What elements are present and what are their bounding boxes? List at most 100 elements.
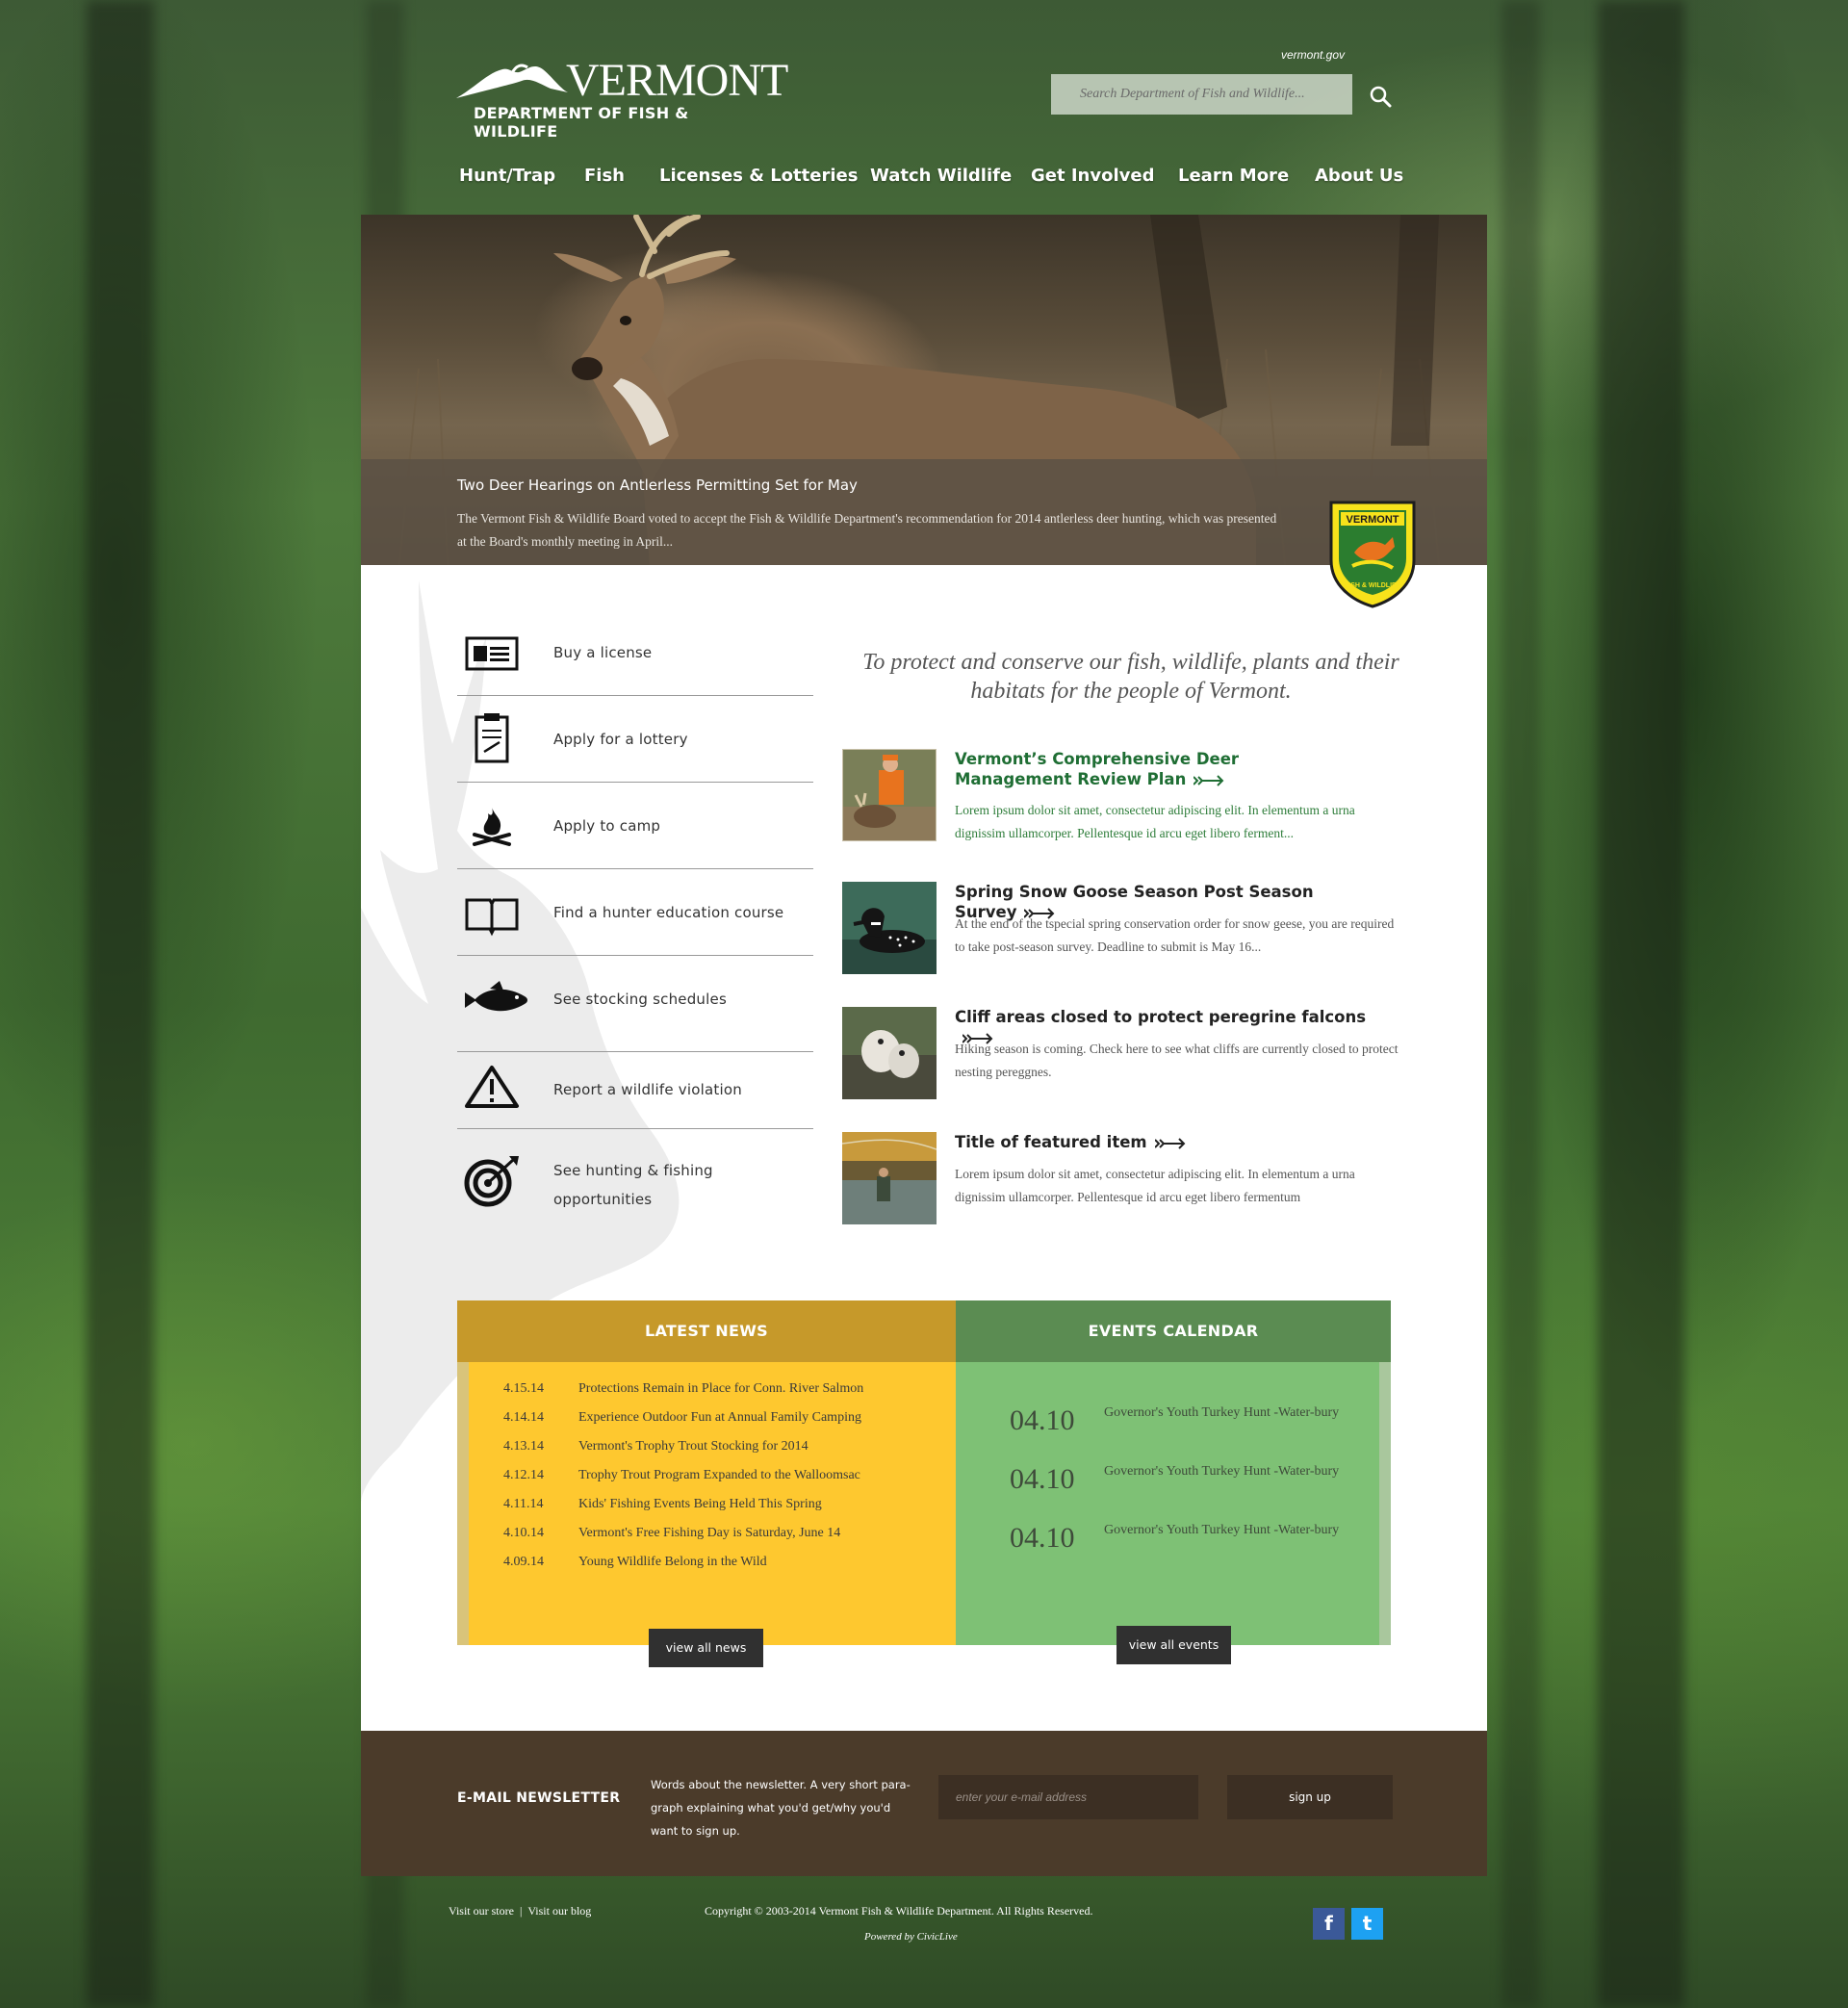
feature-image-hunter-with-deer xyxy=(842,749,937,841)
quick-link-report-violation[interactable]: Report a wildlife violation xyxy=(457,1052,813,1129)
fish-wildlife-badge-logo: VERMONT FISH & WILDLIFE xyxy=(1329,501,1416,608)
news-date: 4.09.14 xyxy=(503,1555,544,1569)
news-title: Experience Outdoor Fun at Annual Family … xyxy=(578,1410,861,1425)
hero-caption: Two Deer Hearings on Antlerless Permitti… xyxy=(361,459,1487,565)
visit-blog-link[interactable]: Visit our blog xyxy=(527,1904,591,1918)
newsletter-email-input[interactable] xyxy=(938,1775,1198,1819)
news-title: Vermont's Free Fishing Day is Saturday, … xyxy=(578,1526,841,1540)
copyright-text: Copyright © 2003-2014 Vermont Fish & Wil… xyxy=(705,1904,1093,1918)
badge-top-text: VERMONT xyxy=(1347,514,1399,526)
feature-text: Hiking season is coming. Check here to s… xyxy=(955,1042,1399,1079)
background-trunk xyxy=(1598,0,1684,2008)
news-title: Kids' Fishing Events Being Held This Spr… xyxy=(578,1497,822,1511)
background-forest xyxy=(87,0,154,2008)
news-date: 4.13.14 xyxy=(503,1439,544,1454)
event-title: Governor's Youth Turkey Hunt -Water-bury xyxy=(1104,1523,1340,1537)
news-date: 4.10.14 xyxy=(503,1526,544,1540)
feature-image-loon xyxy=(842,882,937,974)
nav-hunt-trap[interactable]: Hunt/Trap xyxy=(459,166,555,186)
feature-text: Lorem ipsum dolor sit amet, consectetur … xyxy=(955,803,1355,840)
news-title: Protections Remain in Place for Conn. Ri… xyxy=(578,1381,864,1396)
hero-title[interactable]: Two Deer Hearings on Antlerless Permitti… xyxy=(457,476,858,494)
event-title: Governor's Youth Turkey Hunt -Water-bury xyxy=(1104,1464,1340,1479)
background-trunk xyxy=(1502,0,1540,2008)
latest-news-box: LATEST NEWS 4.15.14 Protections Remain in… xyxy=(457,1300,956,1645)
nav-watch-wildlife[interactable]: Watch Wildlife xyxy=(870,166,1012,186)
news-title: Trophy Trout Program Expanded to the Wal… xyxy=(578,1468,860,1482)
view-all-events-button[interactable]: view all events xyxy=(1116,1626,1231,1664)
badge-bottom-text: FISH & WILDLIFE xyxy=(1345,582,1400,589)
twitter-icon[interactable]: t xyxy=(1351,1908,1383,1940)
featured-item[interactable]: Vermont’s Comprehensive Deer Management … xyxy=(842,749,1420,882)
mountain-logo-icon xyxy=(456,64,568,98)
warning-icon xyxy=(465,1066,519,1108)
quick-link-label: Apply for a lottery xyxy=(553,731,688,748)
feature-image-fly-fishing xyxy=(842,1132,937,1224)
events-list: 04.10 Governor's Youth Turkey Hunt -Wate… xyxy=(956,1362,1391,1645)
arrow-right-icon xyxy=(1154,1137,1186,1149)
nav-about-us[interactable]: About Us xyxy=(1315,166,1403,186)
target-icon xyxy=(464,1156,519,1207)
news-date: 4.15.14 xyxy=(503,1381,544,1396)
quick-link-label: Apply to camp xyxy=(553,817,661,835)
events-calendar-box: EVENTS CALENDAR 04.10 Governor's Youth T… xyxy=(956,1300,1391,1645)
logo-wordmark: VERMONT xyxy=(566,55,788,106)
nav-learn-more[interactable]: Learn More xyxy=(1178,166,1289,186)
quick-link-label: See stocking schedules xyxy=(553,991,727,1008)
fish-icon xyxy=(465,981,527,1012)
quick-link-hunter-education[interactable]: Find a hunter education course xyxy=(457,869,813,956)
quick-link-hunting-fishing-opportunities[interactable]: See hunting & fishing opportunities xyxy=(457,1129,813,1225)
featured-item[interactable]: Cliff areas closed to protect peregrine … xyxy=(842,1007,1420,1132)
event-date: 04.10 xyxy=(1010,1463,1075,1495)
visit-store-link[interactable]: Visit our store xyxy=(449,1904,514,1918)
news-title: Young Wildlife Belong in the Wild xyxy=(578,1555,767,1569)
quick-link-label: See hunting & fishing opportunities xyxy=(553,1162,713,1208)
quick-link-apply-camp[interactable]: Apply to camp xyxy=(457,783,813,869)
nav-licenses-lotteries[interactable]: Licenses & Lotteries xyxy=(659,166,858,186)
footer-separator: | xyxy=(519,1904,523,1918)
feature-title: Vermont’s Comprehensive Deer Management … xyxy=(955,750,1240,788)
news-date: 4.14.14 xyxy=(503,1410,544,1425)
facebook-icon[interactable]: f xyxy=(1313,1908,1345,1940)
featured-item[interactable]: Title of featured item Lorem ipsum dolor… xyxy=(842,1132,1420,1257)
open-book-icon xyxy=(465,898,519,937)
quick-link-apply-lottery[interactable]: Apply for a lottery xyxy=(457,696,813,783)
quick-link-buy-license[interactable]: Buy a license xyxy=(457,609,813,696)
news-date: 4.12.14 xyxy=(503,1468,544,1482)
license-card-icon xyxy=(465,636,519,671)
latest-news-list: 4.15.14 Protections Remain in Place for C… xyxy=(457,1362,956,1645)
event-title: Governor's Youth Turkey Hunt -Water-bury xyxy=(1104,1405,1340,1420)
campfire-icon xyxy=(473,808,511,846)
search-input[interactable] xyxy=(1051,74,1352,115)
email-newsletter-section: E-MAIL NEWSLETTER Words about the newsle… xyxy=(361,1731,1487,1876)
feature-image-falcon-chicks xyxy=(842,1007,937,1099)
logo-subtitle: DEPARTMENT OF FISH & WILDLIFE xyxy=(474,104,689,141)
quick-link-stocking-schedules[interactable]: See stocking schedules xyxy=(457,956,813,1052)
quick-link-label: Report a wildlife violation xyxy=(553,1081,742,1098)
latest-news-heading: LATEST NEWS xyxy=(457,1300,956,1362)
newsletter-signup-button[interactable]: sign up xyxy=(1227,1775,1393,1819)
event-date: 04.10 xyxy=(1010,1522,1075,1554)
main-content-panel: Two Deer Hearings on Antlerless Permitti… xyxy=(361,215,1487,1876)
mission-statement: To protect and conserve our fish, wildli… xyxy=(862,650,1399,704)
events-calendar-heading: EVENTS CALENDAR xyxy=(956,1300,1391,1362)
event-date: 04.10 xyxy=(1010,1404,1075,1436)
search-icon[interactable] xyxy=(1369,85,1392,108)
arrow-right-icon xyxy=(1194,774,1224,786)
featured-item[interactable]: Spring Snow Goose Season Post Season Sur… xyxy=(842,882,1420,1007)
view-all-news-button[interactable]: view all news xyxy=(649,1629,763,1667)
feature-title: Title of featured item xyxy=(955,1132,1378,1152)
nav-get-involved[interactable]: Get Involved xyxy=(1031,166,1154,186)
hero-slide[interactable]: Two Deer Hearings on Antlerless Permitti… xyxy=(361,215,1487,565)
featured-items-list: Vermont’s Comprehensive Deer Management … xyxy=(842,749,1420,1257)
hero-text: The Vermont Fish & Wildlife Board voted … xyxy=(457,511,1277,549)
nav-fish[interactable]: Fish xyxy=(584,166,625,186)
quick-link-label: Find a hunter education course xyxy=(553,904,784,921)
site-logo[interactable]: VERMONT DEPARTMENT OF FISH & WILDLIFE xyxy=(454,54,788,141)
news-title: Vermont's Trophy Trout Stocking for 2014 xyxy=(578,1439,808,1454)
news-date: 4.11.14 xyxy=(503,1497,544,1511)
clipboard-icon xyxy=(475,713,509,763)
powered-by-text[interactable]: Powered by CivicLive xyxy=(864,1931,958,1943)
vermont-gov-link[interactable]: vermont.gov xyxy=(1281,48,1345,62)
quick-links-list: Buy a license Apply for a lottery Apply … xyxy=(457,609,813,1225)
